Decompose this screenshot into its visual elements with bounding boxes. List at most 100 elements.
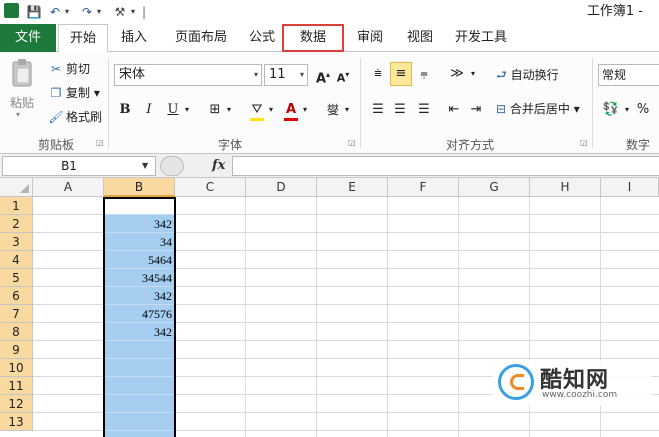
paste-icon[interactable] <box>10 58 34 88</box>
merge-center-button[interactable]: ⊟ 合并后居中 ▾ <box>496 100 580 118</box>
tab-developer[interactable]: 开发工具 <box>450 24 512 52</box>
currency-icon[interactable]: 💱 <box>600 100 622 120</box>
align-center-icon[interactable]: ☰ <box>390 100 410 120</box>
borders-icon[interactable]: ⊞ <box>206 100 224 120</box>
orientation-dropdown-icon[interactable]: ▾ <box>468 64 478 84</box>
excel-app-icon[interactable] <box>4 3 19 18</box>
font-size-select[interactable]: 11 ▾ <box>264 64 308 86</box>
formula-input[interactable] <box>232 156 659 176</box>
paste-dropdown-icon[interactable]: ▾ <box>16 110 20 119</box>
phonetic-dropdown-icon[interactable]: ▾ <box>342 100 352 120</box>
alignment-launcher-icon[interactable]: ◲ <box>580 138 588 147</box>
row-header-12[interactable]: 12 <box>0 395 33 413</box>
fill-color-swatch <box>250 118 264 121</box>
column-header-b[interactable]: B <box>104 178 175 197</box>
redo-icon[interactable]: ↷ <box>80 4 94 20</box>
row-header-6[interactable]: 6 <box>0 287 33 305</box>
undo-dropdown-icon[interactable]: ▾ <box>62 4 72 20</box>
column-header-e[interactable]: E <box>317 178 388 197</box>
font-color-button[interactable]: A <box>282 100 300 120</box>
borders-dropdown-icon[interactable]: ▾ <box>224 100 234 120</box>
shrink-font-button[interactable]: A▾ <box>334 65 352 85</box>
tab-view[interactable]: 视图 <box>398 24 442 52</box>
currency-dropdown-icon[interactable]: ▾ <box>622 100 632 120</box>
increase-indent-icon[interactable]: ⇥ <box>466 100 486 120</box>
undo-icon[interactable]: ↶ <box>48 4 62 20</box>
orientation-icon[interactable]: ≫ <box>446 64 468 84</box>
percent-button[interactable]: % <box>634 100 652 120</box>
number-format-select[interactable]: 常规 <box>598 64 659 86</box>
cell-b2[interactable]: 342 <box>104 215 172 233</box>
row-header-3[interactable]: 3 <box>0 233 33 251</box>
tab-insert[interactable]: 插入 <box>112 24 156 52</box>
row-header-11[interactable]: 11 <box>0 377 33 395</box>
tab-review[interactable]: 审阅 <box>348 24 392 52</box>
align-middle-icon[interactable]: ≡ <box>390 62 412 86</box>
cell-b3[interactable]: 34 <box>104 233 172 251</box>
font-name-select[interactable]: 宋体 ▾ <box>114 64 262 86</box>
fill-color-icon[interactable]: ⛛ <box>248 100 266 120</box>
merge-icon: ⊟ <box>496 102 507 116</box>
paste-button[interactable]: 粘贴 <box>10 94 34 111</box>
save-icon[interactable]: 💾 <box>26 4 42 20</box>
italic-button[interactable]: I <box>140 100 158 120</box>
row-header-5[interactable]: 5 <box>0 269 33 287</box>
column-header-d[interactable]: D <box>246 178 317 197</box>
format-painter-button[interactable]: 🖌 格式刷 <box>48 108 102 126</box>
decrease-indent-icon[interactable]: ⇤ <box>444 100 464 120</box>
column-header-i[interactable]: I <box>601 178 659 197</box>
align-left-icon[interactable]: ☰ <box>368 100 388 120</box>
font-size-value: 11 <box>269 67 286 82</box>
row-header-7[interactable]: 7 <box>0 305 33 323</box>
font-launcher-icon[interactable]: ◲ <box>348 138 356 147</box>
font-color-swatch <box>284 118 298 121</box>
font-color-dropdown-icon[interactable]: ▾ <box>300 100 310 120</box>
column-header-h[interactable]: H <box>530 178 601 197</box>
underline-dropdown-icon[interactable]: ▾ <box>182 100 192 120</box>
copy-button[interactable]: ❐ 复制 ▾ <box>48 84 100 102</box>
row-header-8[interactable]: 8 <box>0 323 33 341</box>
bold-button[interactable]: B <box>116 100 134 120</box>
phonetic-button[interactable]: 燮 <box>324 100 342 120</box>
cell-b6[interactable]: 342 <box>104 287 172 305</box>
wrap-text-icon: ⮐ <box>496 68 507 82</box>
redo-dropdown-icon[interactable]: ▾ <box>94 4 104 20</box>
cell-b5[interactable]: 34544 <box>104 269 172 287</box>
align-right-icon[interactable]: ☰ <box>414 100 434 120</box>
cut-button[interactable]: ✂ 剪切 <box>48 60 90 78</box>
row-header-13[interactable]: 13 <box>0 413 33 431</box>
column-header-f[interactable]: F <box>388 178 459 197</box>
tab-formulas[interactable]: 公式 <box>240 24 284 52</box>
formula-bar: B1 ▼ fx <box>0 154 659 178</box>
column-header-c[interactable]: C <box>175 178 246 197</box>
name-box-dropdown-icon[interactable]: ▼ <box>142 157 148 175</box>
customize-tool-icon[interactable]: ⚒ <box>112 4 128 20</box>
clipboard-launcher-icon[interactable]: ◲ <box>96 138 104 147</box>
cell-b7[interactable]: 47576 <box>104 305 172 323</box>
fill-color-dropdown-icon[interactable]: ▾ <box>266 100 276 120</box>
row-header-1[interactable]: 1 <box>0 197 33 215</box>
insert-function-icon[interactable]: fx <box>212 158 225 173</box>
column-header-a[interactable]: A <box>33 178 104 197</box>
tab-file[interactable]: 文件 <box>0 24 56 52</box>
customize-dropdown-icon[interactable]: ▾ <box>128 4 138 20</box>
formula-bar-splitter[interactable] <box>160 156 184 176</box>
underline-button[interactable]: U <box>164 100 182 120</box>
select-all-corner[interactable] <box>0 178 33 197</box>
tab-home[interactable]: 开始 <box>58 24 108 53</box>
row-header-10[interactable]: 10 <box>0 359 33 377</box>
align-bottom-icon[interactable]: ⩦ <box>414 64 434 84</box>
tab-page-layout[interactable]: 页面布局 <box>162 24 240 52</box>
align-top-icon[interactable]: ⩧ <box>368 64 388 84</box>
row-header-2[interactable]: 2 <box>0 215 33 233</box>
cell-b8[interactable]: 342 <box>104 323 172 341</box>
scissors-icon: ✂ <box>50 62 62 76</box>
row-header-4[interactable]: 4 <box>0 251 33 269</box>
wrap-text-button[interactable]: ⮐ 自动换行 <box>496 66 559 84</box>
tab-data[interactable]: 数据 <box>282 24 344 52</box>
row-header-9[interactable]: 9 <box>0 341 33 359</box>
name-box[interactable]: B1 <box>2 156 156 176</box>
cell-b4[interactable]: 5464 <box>104 251 172 269</box>
column-header-g[interactable]: G <box>459 178 530 197</box>
grow-font-button[interactable]: A▴ <box>314 65 332 86</box>
